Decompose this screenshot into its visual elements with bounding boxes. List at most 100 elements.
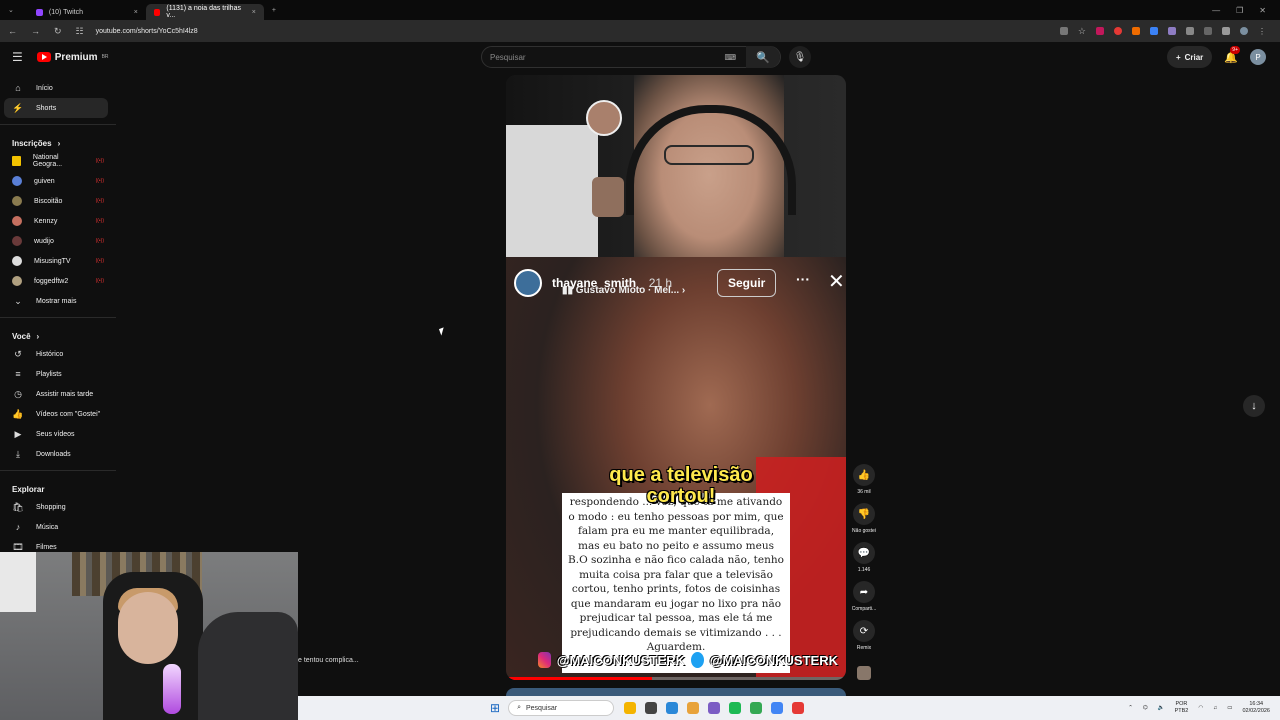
youtube-header: ☰ Premium BR Pesquisar ⌨ 🔍 🎙 + Criar 🔔 9…: [0, 42, 1280, 72]
sidebar-item-liked[interactable]: 👍 Vídeos com "Gostei": [0, 404, 116, 424]
shorts-video-player[interactable]: thayane_smith_ 21 h ▮▮ Gustavo Mioto · Me…: [506, 75, 846, 680]
extension-icon[interactable]: [1168, 27, 1176, 35]
sidebar-item-your-videos[interactable]: ▶ Seus vídeos: [0, 424, 116, 444]
site-info-icon[interactable]: ☷: [76, 26, 84, 37]
microphone-icon: [163, 664, 181, 714]
language-indicator[interactable]: POR PTB2: [1175, 701, 1189, 715]
minimize-icon[interactable]: —: [1212, 6, 1220, 15]
restore-icon[interactable]: ❐: [1236, 6, 1243, 15]
share-button[interactable]: ➦ Comparti...: [849, 581, 879, 620]
network-icon[interactable]: ⌬: [1143, 705, 1148, 711]
new-tab-button[interactable]: +: [272, 7, 276, 14]
avatar[interactable]: P: [1250, 49, 1266, 65]
comments-button[interactable]: 💬 1.146: [849, 542, 879, 581]
notifications-button[interactable]: 🔔 9+: [1224, 45, 1240, 64]
extension-icon[interactable]: [1096, 27, 1104, 35]
wifi-icon[interactable]: ◠: [1198, 705, 1203, 711]
like-button[interactable]: 👍 36 mil: [849, 464, 879, 503]
youtube-logo[interactable]: Premium BR: [36, 52, 109, 63]
sidebar-item-channel[interactable]: Biscoitão ((•)): [0, 191, 116, 211]
twitch-favicon-icon: [35, 8, 43, 16]
extension-icon[interactable]: [1114, 27, 1122, 35]
back-icon[interactable]: ←: [8, 26, 17, 37]
sidebar-item-home[interactable]: ⌂ Início: [0, 78, 116, 98]
section-subscriptions[interactable]: Inscrições ›: [0, 135, 116, 151]
taskbar-app-icon[interactable]: [666, 702, 679, 714]
system-tray: ⌃ ⌬ 🔈 POR PTB2 ◠ ♫ ▭ 16:34 02/02/2026: [1128, 701, 1280, 715]
extensions-puzzle-icon[interactable]: [1186, 27, 1194, 35]
sidebar-item-channel[interactable]: foggedftw2 ((•)): [0, 271, 116, 291]
sidebar-item-channel[interactable]: wudijo ((•)): [0, 231, 116, 251]
taskbar-app-icon[interactable]: [750, 702, 763, 714]
search-input[interactable]: Pesquisar: [490, 53, 526, 62]
section-you[interactable]: Você ›: [0, 328, 116, 344]
battery-icon[interactable]: ▭: [1227, 705, 1232, 711]
taskbar-app-icon[interactable]: [771, 702, 784, 714]
story-music-label: Gustavo Mioto · Mel... ›: [575, 285, 686, 296]
voice-search-button[interactable]: 🎙: [789, 46, 811, 68]
taskbar-app-icon[interactable]: [708, 702, 721, 714]
webcam-window: [0, 552, 36, 612]
download-icon[interactable]: [1222, 27, 1230, 35]
tab-youtube[interactable]: (1131) a noia das trilhas v... ×: [145, 4, 264, 20]
sidebar-item-label: Shopping: [36, 503, 66, 511]
bookmark-star-icon[interactable]: ☆: [1078, 26, 1086, 37]
dislike-button[interactable]: 👎 Não gostei: [849, 503, 879, 542]
next-short-preview[interactable]: [506, 688, 846, 696]
sidebar-item-label: Assistir mais tarde: [36, 390, 94, 398]
tab-close-icon[interactable]: ×: [134, 9, 138, 16]
video-caption: que a televisão cortou!: [609, 464, 753, 507]
sidebar-item-music[interactable]: ♪ Música: [0, 517, 116, 537]
volume-icon[interactable]: 🔈: [1158, 705, 1165, 711]
language-code: POR: [1175, 701, 1188, 707]
browser-menu-icon[interactable]: ⋮: [1258, 27, 1266, 36]
next-video-button[interactable]: ↓: [1243, 395, 1265, 417]
hamburger-menu-icon[interactable]: ☰: [12, 50, 23, 64]
sidebar-item-channel[interactable]: Kennzy ((•)): [0, 211, 116, 231]
sidebar-item-shorts[interactable]: ⚡ Shorts: [4, 98, 108, 118]
sidebar-item-downloads[interactable]: ⤓ Downloads: [0, 444, 116, 464]
profile-icon[interactable]: [1240, 27, 1248, 35]
remix-button[interactable]: ⟳ Remix: [849, 620, 879, 659]
tab-search-icon[interactable]: ⌄: [8, 6, 14, 14]
sidebar-item-channel[interactable]: National Geogra... ((•)): [0, 151, 116, 171]
cast-icon[interactable]: [1059, 27, 1068, 35]
follow-button: Seguir: [717, 269, 777, 297]
search-button[interactable]: 🔍: [746, 46, 780, 68]
windows-start-icon[interactable]: ⊞: [490, 701, 500, 715]
sidebar-item-history[interactable]: ↺ Histórico: [0, 344, 116, 364]
extension-icon[interactable]: [1132, 27, 1140, 35]
taskbar-app-icon[interactable]: [624, 702, 637, 714]
channel-avatar: [12, 236, 22, 246]
tray-chevron-icon[interactable]: ⌃: [1128, 705, 1133, 711]
sidebar-item-watch-later[interactable]: ◷ Assistir mais tarde: [0, 384, 116, 404]
sidebar-toggle-icon[interactable]: [1204, 27, 1212, 35]
clock[interactable]: 16:34 02/02/2026: [1242, 701, 1270, 715]
taskbar-app-icon[interactable]: [729, 702, 742, 714]
dislike-label: Não gostei: [852, 528, 876, 534]
speaker-icon[interactable]: ♫: [1213, 705, 1217, 711]
search-box[interactable]: Pesquisar ⌨ 🔍: [481, 46, 781, 68]
tab-close-icon[interactable]: ×: [252, 9, 256, 16]
url-field[interactable]: youtube.com/shorts/YoCc5hI4lz8: [96, 28, 198, 35]
sidebar-item-channel[interactable]: MisusingTV ((•)): [0, 251, 116, 271]
sidebar-item-channel[interactable]: guiven ((•)): [0, 171, 116, 191]
sound-thumbnail[interactable]: [857, 666, 871, 680]
sidebar-item-playlists[interactable]: ≡ Playlists: [0, 364, 116, 384]
extension-icon[interactable]: [1150, 27, 1158, 35]
keyboard-icon[interactable]: ⌨: [724, 53, 736, 62]
taskbar-app-icon[interactable]: [687, 702, 700, 714]
taskbar-app-icon[interactable]: [645, 702, 658, 714]
forward-icon[interactable]: →: [31, 26, 40, 37]
taskbar-app-icon[interactable]: [792, 702, 805, 714]
taskbar-search[interactable]: ⌕ Pesquisar: [508, 700, 615, 716]
reload-icon[interactable]: ↻: [54, 26, 62, 37]
tab-twitch[interactable]: (10) Twitch ×: [28, 4, 146, 20]
create-button[interactable]: + Criar: [1166, 46, 1213, 68]
video-progress-bar[interactable]: [506, 677, 846, 680]
taskbar-search-label: Pesquisar: [525, 704, 558, 712]
show-more-button[interactable]: ⌄ Mostrar mais: [0, 291, 116, 311]
sidebar-item-shopping[interactable]: 🛍 Shopping: [0, 497, 116, 517]
close-window-icon[interactable]: ✕: [1259, 6, 1266, 15]
short-actions: 👍 36 mil 👎 Não gostei 💬 1.146 ➦ Comparti…: [849, 464, 879, 659]
